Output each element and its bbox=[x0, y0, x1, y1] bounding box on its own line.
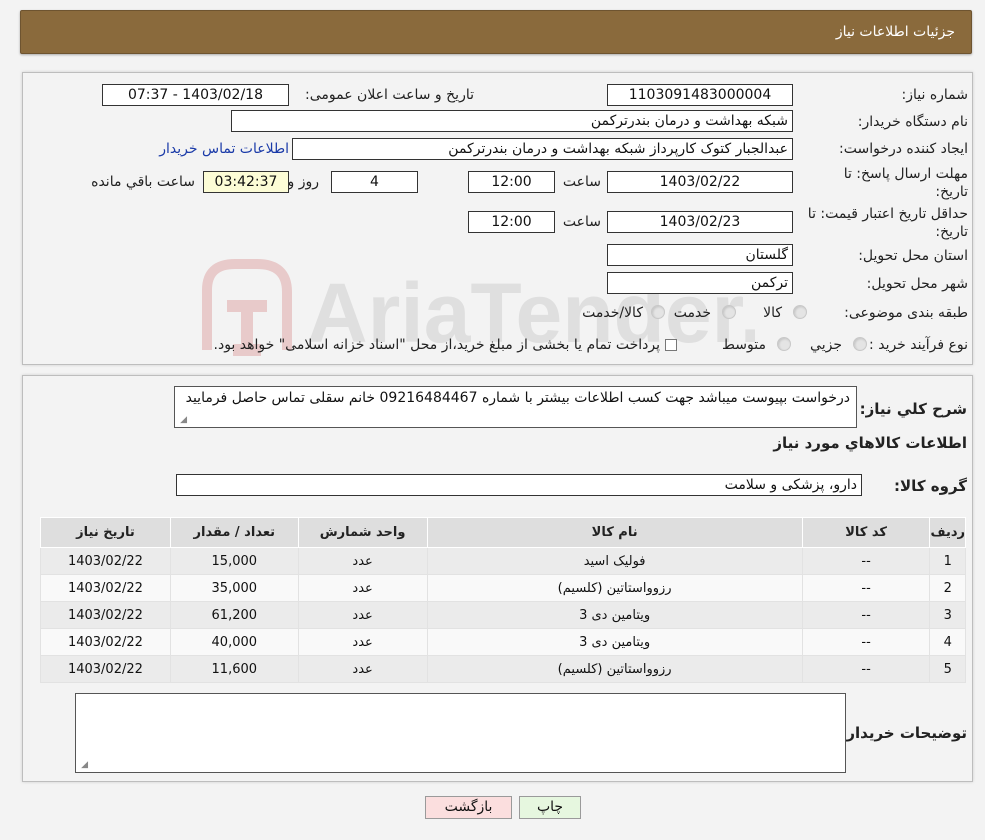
cell-goods-name: ویتامین دی 3 bbox=[426, 628, 803, 656]
province-label: استان محل تحویل: bbox=[858, 248, 968, 264]
cell-goods-code: -- bbox=[801, 547, 931, 575]
validity-time-label: ساعت bbox=[562, 214, 601, 230]
cell-goods-name: رزوواستاتین (کلسیم) bbox=[426, 574, 803, 602]
cell-goods-code: -- bbox=[801, 655, 931, 683]
cell-quantity: 61,200 bbox=[169, 601, 299, 629]
cell-row-number: 4 bbox=[929, 628, 966, 656]
cell-need-date: 1403/02/22 bbox=[40, 655, 171, 683]
deadline-time-label: ساعت bbox=[562, 174, 601, 190]
back-button[interactable]: بازگشت bbox=[425, 796, 512, 819]
buyer-notes-label: توضیحات خریدار: bbox=[840, 724, 967, 742]
category-option-goods-service: کالا/خدمت bbox=[582, 305, 643, 321]
cell-goods-name: رزوواستاتین (کلسیم) bbox=[426, 655, 803, 683]
page-title: جزئیات اطلاعات نیاز bbox=[835, 24, 955, 40]
column-header-row-number: رديف bbox=[929, 517, 966, 548]
table-row: 4 -- ویتامین دی 3 عدد 40,000 1403/02/22 bbox=[40, 628, 966, 656]
buyer-org-label: نام دستگاه خریدار: bbox=[857, 114, 968, 130]
page-header: جزئیات اطلاعات نیاز bbox=[20, 10, 972, 54]
category-radio-goods[interactable] bbox=[793, 305, 807, 319]
goods-group-field: دارو، پزشکی و سلامت bbox=[176, 474, 862, 496]
cell-quantity: 40,000 bbox=[169, 628, 299, 656]
remaining-time-label: ساعت باقي مانده bbox=[91, 174, 195, 190]
need-number-label: شماره نیاز: bbox=[901, 87, 969, 103]
deadline-time-field: 12:00 bbox=[468, 171, 555, 193]
cell-need-date: 1403/02/22 bbox=[40, 628, 171, 656]
validity-time-field: 12:00 bbox=[468, 211, 555, 233]
goods-info-title: اطلاعات کالاهاي مورد نياز bbox=[773, 434, 967, 452]
announce-date-label: تاریخ و ساعت اعلان عمومی: bbox=[305, 87, 474, 103]
city-field: ترکمن bbox=[607, 272, 793, 294]
remaining-days-field: 4 bbox=[331, 171, 418, 193]
remaining-time-field: 03:42:37 bbox=[203, 171, 289, 193]
cell-goods-name: ویتامین دی 3 bbox=[426, 601, 803, 629]
goods-table-header: رديف کد کالا نام کالا واحد شمارش تعداد /… bbox=[40, 517, 966, 548]
announce-date-field: 1403/02/18 - 07:37 bbox=[102, 84, 289, 106]
deadline-label: مهلت ارسال پاسخ: تا bbox=[843, 166, 968, 182]
validity-date-field: 1403/02/23 bbox=[607, 211, 793, 233]
process-radio-medium[interactable] bbox=[777, 337, 791, 351]
description-label: شرح کلي نياز: bbox=[859, 400, 967, 418]
city-label: شهر محل تحویل: bbox=[866, 276, 968, 292]
resize-grip-icon[interactable]: ◢ bbox=[78, 760, 88, 770]
cell-goods-code: -- bbox=[801, 574, 931, 602]
category-label: طبقه بندی موضوعی: bbox=[844, 305, 968, 321]
cell-unit: عدد bbox=[297, 628, 428, 656]
days-label: روز و bbox=[287, 174, 320, 190]
cell-quantity: 35,000 bbox=[169, 574, 299, 602]
goods-group-label: گروه کالا: bbox=[894, 477, 967, 495]
cell-row-number: 1 bbox=[929, 547, 966, 575]
cell-unit: عدد bbox=[297, 547, 428, 575]
price-validity-label: حداقل تاریخ اعتبار قیمت: تا bbox=[807, 206, 968, 222]
cell-goods-code: -- bbox=[801, 601, 931, 629]
cell-unit: عدد bbox=[297, 601, 428, 629]
column-header-goods-name: نام کالا bbox=[426, 517, 803, 548]
creator-label: ایجاد کننده درخواست: bbox=[839, 141, 968, 157]
price-validity-label-date: تاریخ: bbox=[935, 224, 968, 240]
cell-unit: عدد bbox=[297, 574, 428, 602]
cell-quantity: 15,000 bbox=[169, 547, 299, 575]
deadline-label-date: تاریخ: bbox=[935, 184, 968, 200]
description-text: درخواست بپیوست میباشد جهت کسب اطلاعات بی… bbox=[185, 390, 850, 406]
column-header-goods-code: کد کالا bbox=[801, 517, 931, 548]
cell-need-date: 1403/02/22 bbox=[40, 547, 171, 575]
cell-unit: عدد bbox=[297, 655, 428, 683]
treasury-payment-note: پرداخت تمام یا بخشی از مبلغ خرید،از محل … bbox=[213, 337, 660, 353]
category-option-service: خدمت bbox=[673, 305, 711, 321]
cell-row-number: 2 bbox=[929, 574, 966, 602]
province-field: گلستان bbox=[607, 244, 793, 266]
print-button[interactable]: چاپ bbox=[519, 796, 581, 819]
category-radio-goods-service[interactable] bbox=[651, 305, 665, 319]
need-number-field: 1103091483000004 bbox=[607, 84, 793, 106]
table-row: 2 -- رزوواستاتین (کلسیم) عدد 35,000 1403… bbox=[40, 574, 966, 602]
buyer-org-field: شبکه بهداشت و درمان بندرترکمن bbox=[231, 110, 793, 132]
category-radio-service[interactable] bbox=[722, 305, 736, 319]
cell-row-number: 5 bbox=[929, 655, 966, 683]
column-header-need-date: تاريخ نياز bbox=[40, 517, 171, 548]
deadline-date-field: 1403/02/22 bbox=[607, 171, 793, 193]
category-option-goods: کالا bbox=[763, 305, 782, 321]
buyer-notes-textarea[interactable]: ◢ bbox=[75, 693, 846, 773]
cell-goods-code: -- bbox=[801, 628, 931, 656]
process-type-label: نوع فرآیند خرید : bbox=[869, 337, 968, 353]
process-option-minor: جزیي bbox=[810, 337, 842, 353]
process-option-medium: متوسط bbox=[722, 337, 766, 353]
goods-table: رديف کد کالا نام کالا واحد شمارش تعداد /… bbox=[40, 517, 966, 683]
cell-goods-name: فولیک اسید bbox=[426, 547, 803, 575]
cell-need-date: 1403/02/22 bbox=[40, 601, 171, 629]
process-radio-minor[interactable] bbox=[853, 337, 867, 351]
resize-grip-icon[interactable]: ◢ bbox=[177, 415, 187, 425]
buyer-contact-link[interactable]: اطلاعات تماس خریدار bbox=[159, 141, 289, 157]
creator-field: عبدالجبار کتوک کارپرداز شبکه بهداشت و در… bbox=[292, 138, 793, 160]
cell-need-date: 1403/02/22 bbox=[40, 574, 171, 602]
column-header-quantity: تعداد / مقدار bbox=[169, 517, 299, 548]
cell-quantity: 11,600 bbox=[169, 655, 299, 683]
table-row: 1 -- فولیک اسید عدد 15,000 1403/02/22 bbox=[40, 547, 966, 575]
treasury-checkbox[interactable] bbox=[665, 339, 677, 351]
cell-row-number: 3 bbox=[929, 601, 966, 629]
table-row: 3 -- ویتامین دی 3 عدد 61,200 1403/02/22 bbox=[40, 601, 966, 629]
table-row: 5 -- رزوواستاتین (کلسیم) عدد 11,600 1403… bbox=[40, 655, 966, 683]
column-header-unit: واحد شمارش bbox=[297, 517, 428, 548]
description-textarea[interactable]: درخواست بپیوست میباشد جهت کسب اطلاعات بی… bbox=[174, 386, 857, 428]
